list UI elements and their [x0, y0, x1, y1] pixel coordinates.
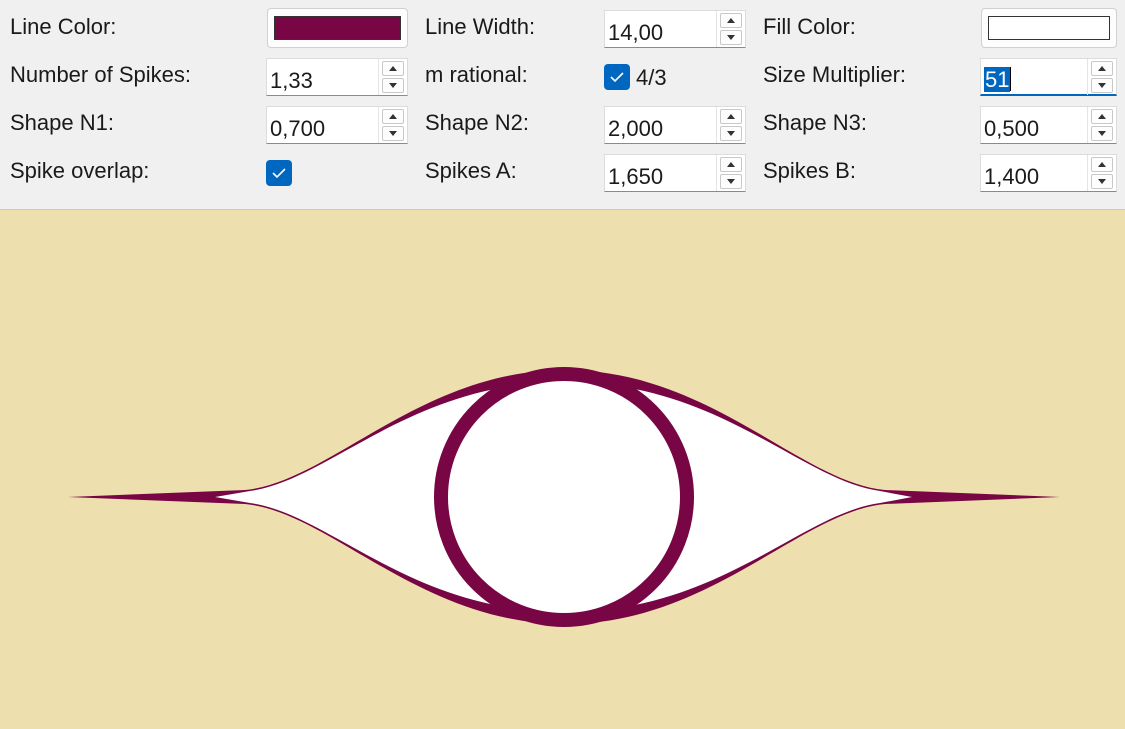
line-color-label: Line Color: — [10, 14, 117, 39]
m-rational-checkbox[interactable] — [604, 64, 630, 90]
number-of-spikes-up-button[interactable] — [382, 61, 404, 76]
shape-n2-input[interactable] — [605, 107, 715, 143]
size-multiplier-spinbox[interactable]: 51 — [980, 58, 1117, 96]
shape-n1-input[interactable] — [267, 107, 377, 143]
shape-n1-spin-buttons — [378, 107, 407, 143]
m-rational-fraction: 4/3 — [636, 65, 667, 90]
settings-panel: Line Color: Line Width: Fill Color: Numb… — [0, 0, 1125, 210]
shape-n3-input[interactable] — [981, 107, 1086, 143]
chevron-down-icon — [727, 179, 735, 184]
chevron-up-icon — [389, 66, 397, 71]
fill-color-button[interactable] — [981, 8, 1117, 48]
number-of-spikes-label: Number of Spikes: — [10, 62, 191, 87]
size-multiplier-input[interactable]: 51 — [984, 67, 1012, 93]
line-width-down-button[interactable] — [720, 30, 742, 45]
shape-n2-down-button[interactable] — [720, 126, 742, 141]
chevron-down-icon — [389, 83, 397, 88]
spikes-a-up-button[interactable] — [720, 157, 742, 172]
chevron-down-icon — [1098, 83, 1106, 88]
spikes-b-spinbox[interactable] — [980, 154, 1117, 192]
shape-n2-up-button[interactable] — [720, 109, 742, 124]
shape-n3-up-button[interactable] — [1091, 109, 1113, 124]
chevron-down-icon — [727, 131, 735, 136]
chevron-up-icon — [727, 114, 735, 119]
spikes-b-input[interactable] — [981, 155, 1086, 191]
line-width-input[interactable] — [605, 11, 715, 47]
number-of-spikes-spin-buttons — [378, 59, 407, 95]
check-icon — [272, 168, 286, 179]
spikes-a-spinbox[interactable] — [604, 154, 746, 192]
spikes-a-spin-buttons — [716, 155, 745, 191]
size-multiplier-label: Size Multiplier: — [763, 62, 907, 87]
fill-color-label: Fill Color: — [763, 14, 856, 39]
line-width-up-button[interactable] — [720, 13, 742, 28]
number-of-spikes-spinbox[interactable] — [266, 58, 408, 96]
chevron-down-icon — [1098, 131, 1106, 136]
number-of-spikes-input[interactable] — [267, 59, 377, 95]
fill-color-swatch — [988, 16, 1110, 40]
shape-n3-down-button[interactable] — [1091, 126, 1113, 141]
shape-n2-label: Shape N2: — [425, 110, 529, 135]
shape-n1-label: Shape N1: — [10, 110, 114, 135]
shape-n2-spinbox[interactable] — [604, 106, 746, 144]
chevron-down-icon — [1098, 179, 1106, 184]
shape-n1-down-button[interactable] — [382, 126, 404, 141]
chevron-down-icon — [389, 131, 397, 136]
shape-n2-spin-buttons — [716, 107, 745, 143]
spikes-b-label: Spikes B: — [763, 158, 856, 183]
drawing-canvas[interactable] — [0, 210, 1125, 729]
spikes-b-spin-buttons — [1087, 155, 1116, 191]
spikes-a-down-button[interactable] — [720, 174, 742, 189]
line-color-swatch — [274, 16, 401, 40]
line-width-spin-buttons — [716, 11, 745, 47]
number-of-spikes-down-button[interactable] — [382, 78, 404, 93]
chevron-down-icon — [727, 35, 735, 40]
chevron-up-icon — [1098, 162, 1106, 167]
m-rational-label: m rational: — [425, 62, 528, 87]
center-circle — [434, 367, 694, 627]
spikes-a-label: Spikes A: — [425, 158, 517, 183]
chevron-up-icon — [727, 18, 735, 23]
chevron-up-icon — [1098, 114, 1106, 119]
spike-overlap-label: Spike overlap: — [10, 158, 150, 183]
line-width-label: Line Width: — [425, 14, 536, 39]
text-caret — [1010, 67, 1012, 91]
spikes-b-up-button[interactable] — [1091, 157, 1113, 172]
shape-n1-spinbox[interactable] — [266, 106, 408, 144]
shape-n3-spin-buttons — [1087, 107, 1116, 143]
spike-overlap-checkbox[interactable] — [266, 160, 292, 186]
line-width-spinbox[interactable] — [604, 10, 746, 48]
line-color-button[interactable] — [267, 8, 408, 48]
spikes-b-down-button[interactable] — [1091, 174, 1113, 189]
size-multiplier-up-button[interactable] — [1091, 61, 1113, 76]
shape-n3-spinbox[interactable] — [980, 106, 1117, 144]
size-multiplier-selected-text: 51 — [984, 67, 1011, 92]
spikes-a-input[interactable] — [605, 155, 715, 191]
chevron-up-icon — [1098, 66, 1106, 71]
size-multiplier-spin-buttons — [1087, 59, 1116, 95]
chevron-up-icon — [727, 162, 735, 167]
chevron-up-icon — [389, 114, 397, 119]
size-multiplier-down-button[interactable] — [1091, 78, 1113, 93]
shape-n1-up-button[interactable] — [382, 109, 404, 124]
check-icon — [610, 72, 624, 83]
shape-n3-label: Shape N3: — [763, 110, 867, 135]
